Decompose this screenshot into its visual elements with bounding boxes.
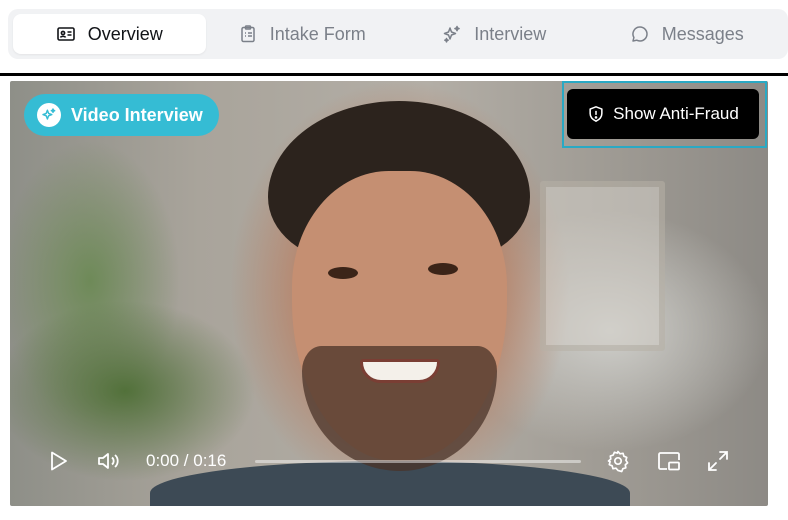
volume-button[interactable] — [96, 449, 122, 473]
sparkles-icon — [37, 103, 61, 127]
anti-fraud-label: Show Anti-Fraud — [613, 104, 739, 123]
tab-interview[interactable]: Interview — [398, 14, 591, 54]
shield-alert-icon — [589, 106, 603, 122]
play-button[interactable] — [46, 449, 70, 473]
fullscreen-button[interactable] — [706, 449, 730, 473]
settings-button[interactable] — [606, 449, 630, 473]
tab-overview[interactable]: Overview — [13, 14, 206, 54]
video-player[interactable]: Video Interview Show Anti-Fraud 0:00 / 0… — [10, 81, 768, 506]
tab-intake-form[interactable]: Intake Form — [206, 14, 399, 54]
person-eye-right — [428, 263, 458, 275]
tab-label: Intake Form — [269, 23, 366, 44]
background-picture-frame — [540, 181, 665, 351]
progress-track[interactable] — [255, 460, 581, 463]
video-interview-badge: Video Interview — [24, 94, 219, 136]
person-smile — [360, 359, 440, 383]
person-eye-left — [328, 267, 358, 279]
time-display: 0:00 / 0:16 — [146, 451, 227, 470]
chat-bubble-icon — [631, 26, 648, 42]
video-controls: 0:00 / 0:16 — [10, 436, 768, 486]
speaker-icon — [98, 453, 119, 469]
expand-icon — [708, 451, 728, 471]
tab-messages[interactable]: Messages — [591, 14, 784, 54]
badge-label: Video Interview — [71, 104, 203, 125]
id-card-icon — [56, 27, 75, 41]
tab-label: Messages — [661, 23, 744, 44]
clipboard-list-icon — [240, 25, 255, 43]
tab-bar: Overview Intake Form Interview Messages — [8, 9, 788, 59]
section-divider — [0, 73, 788, 76]
gear-icon — [607, 450, 629, 473]
picture-in-picture-button[interactable] — [656, 449, 682, 473]
tab-label: Interview — [474, 23, 547, 44]
show-anti-fraud-button[interactable]: Show Anti-Fraud — [567, 89, 759, 139]
play-icon — [51, 451, 67, 471]
tab-label: Overview — [87, 23, 163, 44]
picture-in-picture-icon — [658, 452, 680, 471]
sparkles-icon — [443, 25, 461, 43]
